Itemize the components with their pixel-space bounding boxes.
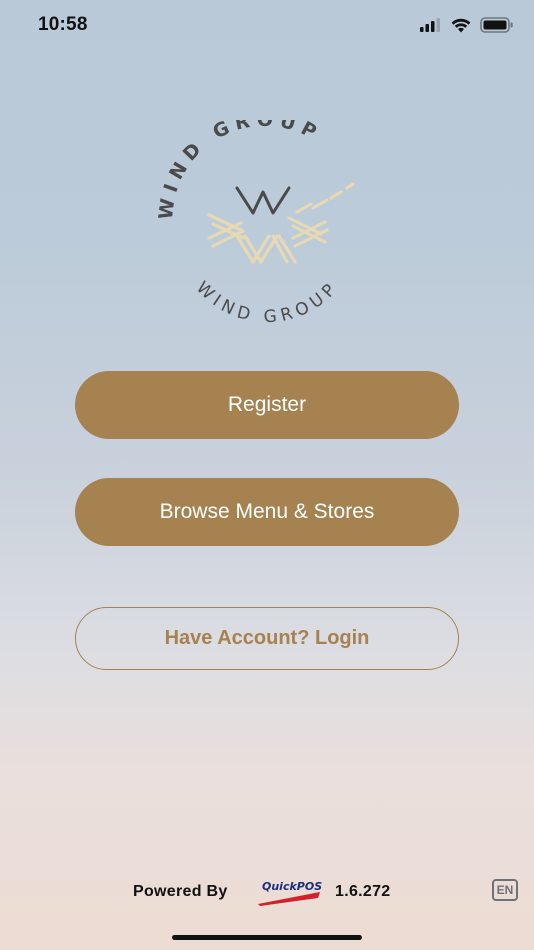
browse-menu-stores-button[interactable]: Browse Menu & Stores — [75, 478, 459, 546]
logo-text-top: WIND GROUP — [155, 109, 319, 221]
status-bar: 10:58 — [0, 0, 534, 54]
language-button[interactable]: EN — [492, 879, 518, 901]
w-mark-icon — [207, 182, 355, 264]
home-indicator[interactable] — [172, 935, 362, 940]
svg-text:WIND GROUP: WIND GROUP — [192, 277, 343, 327]
quickpos-logo: QuickPOS — [258, 880, 322, 906]
version-label: 1.6.272 — [335, 883, 391, 900]
quickpos-brand-text: QuickPOS — [262, 880, 322, 893]
footer: Powered By QuickPOS 1.6.272 EN — [0, 876, 534, 910]
status-time: 10:58 — [38, 14, 88, 35]
svg-text:WIND GROUP: WIND GROUP — [155, 120, 325, 221]
cellular-signal-icon — [420, 18, 440, 32]
status-icons — [420, 17, 514, 33]
login-button[interactable]: Have Account? Login — [75, 607, 459, 670]
wind-group-logo: WIND GROUP WIND GROUP — [145, 109, 385, 330]
powered-by-label: Powered By — [133, 883, 228, 900]
wind-group-logo-graphic: WIND GROUP WIND GROUP — [155, 109, 355, 327]
logo-text-bottom: WIND GROUP — [192, 277, 338, 327]
wifi-icon — [451, 18, 471, 32]
battery-icon — [480, 17, 513, 33]
register-button[interactable]: Register — [75, 371, 459, 439]
